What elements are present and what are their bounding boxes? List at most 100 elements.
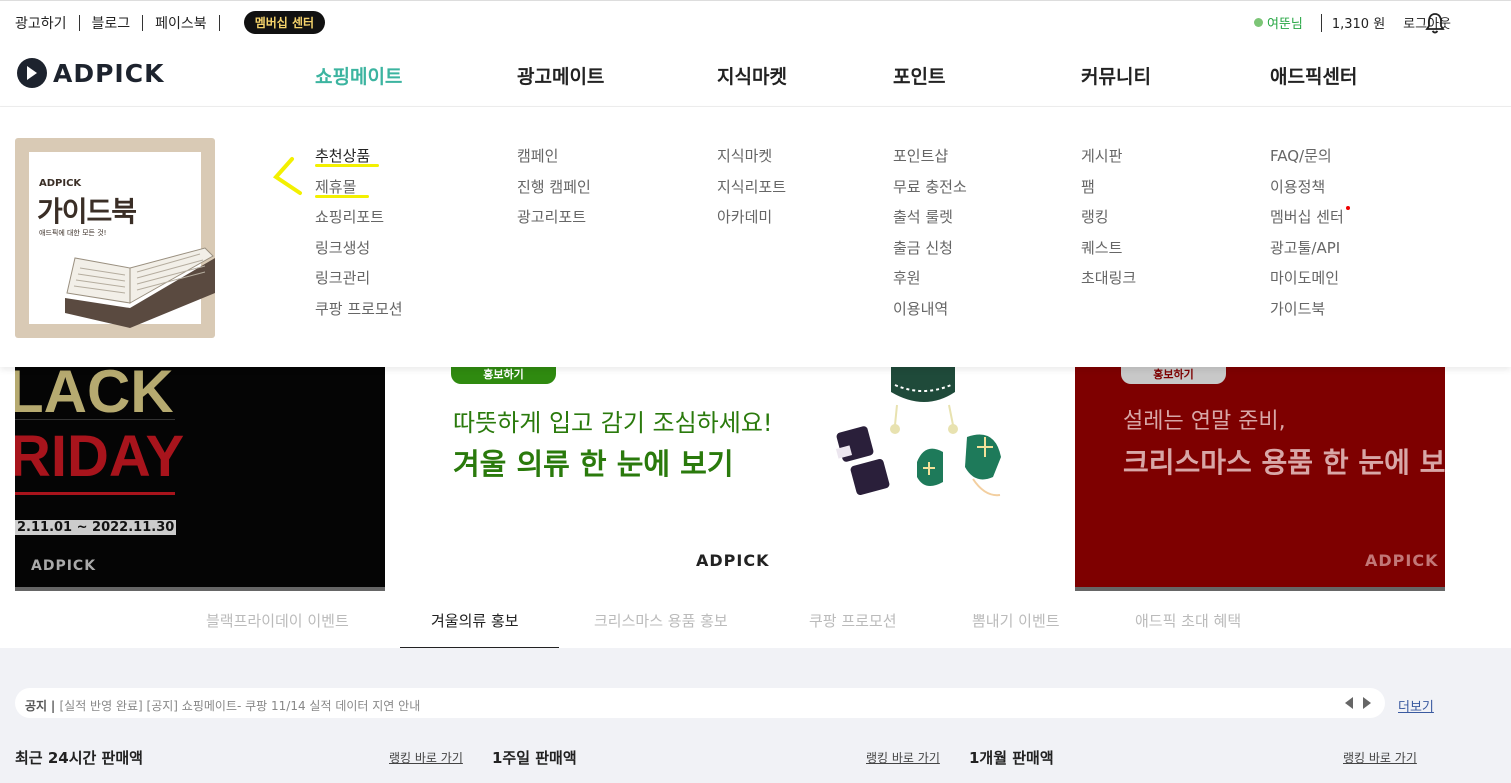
menu-item[interactable]: 포인트샵 xyxy=(893,145,967,176)
menu-item[interactable]: 팸 xyxy=(1081,176,1136,207)
promo-tabs: 블랙프라이데이 이벤트 겨울의류 홍보 크리스마스 용품 홍보 쿠팡 프로모션 … xyxy=(0,592,1511,649)
nav-adpick-center[interactable]: 애드픽센터 xyxy=(1270,62,1357,89)
banner-date: 2.11.01 ~ 2022.11.30 xyxy=(15,520,177,535)
menu-col-knowledge: 지식마켓 지식리포트 아카데미 xyxy=(717,145,786,237)
divider xyxy=(15,419,175,420)
menu-col-shopping: 추천상품 제휴몰 쇼핑리포트 링크생성 링크관리 쿠팡 프로모션 xyxy=(315,145,403,329)
menu-item[interactable]: 무료 충전소 xyxy=(893,176,967,207)
advertise-link[interactable]: 광고하기 xyxy=(15,13,67,33)
menu-item[interactable]: 광고툴/API xyxy=(1270,237,1350,268)
menu-item[interactable]: 지식마켓 xyxy=(717,145,786,176)
menu-item[interactable]: 광고리포트 xyxy=(517,206,591,237)
prev-arrow-icon[interactable] xyxy=(1345,697,1353,709)
promote-button[interactable]: 홍보하기 xyxy=(451,367,556,384)
notice-text[interactable]: [실적 반영 완료] [공지] 쇼핑메이트- 쿠팡 11/14 실적 데이터 지… xyxy=(59,699,420,713)
menu-item[interactable]: FAQ/문의 xyxy=(1270,145,1350,176)
new-badge-dot xyxy=(1345,206,1350,211)
menu-item[interactable]: 초대링크 xyxy=(1081,267,1136,298)
guidebook-subtitle: 애드픽에 대한 모든 것! xyxy=(39,229,107,237)
banner-logo: ADPICK xyxy=(31,558,97,574)
menu-item[interactable]: 아카데미 xyxy=(717,206,786,237)
membership-center-button[interactable]: 멤버십 센터 xyxy=(243,11,326,34)
nav-point[interactable]: 포인트 xyxy=(893,62,945,89)
main-nav: 쇼핑메이트 광고메이트 지식마켓 포인트 커뮤니티 애드픽센터 xyxy=(0,62,1511,89)
divider xyxy=(15,492,175,495)
menu-col-community: 게시판 팸 랭킹 퀘스트 초대링크 xyxy=(1081,145,1136,298)
menu-item[interactable]: 출석 룰렛 xyxy=(893,206,967,237)
menu-item[interactable]: 퀘스트 xyxy=(1081,237,1136,268)
tab-show-off-event[interactable]: 뽐내기 이벤트 xyxy=(972,610,1060,631)
banner-headline: 겨울 의류 한 눈에 보기 xyxy=(453,447,734,481)
banner-winter-clothing[interactable]: 홍보하기 따뜻하게 입고 감기 조심하세요! 겨울 의류 한 눈에 보기 ADP… xyxy=(385,367,1075,591)
ranking-link-week[interactable]: 랭킹 바로 가기 xyxy=(866,749,940,766)
menu-item[interactable]: 출금 신청 xyxy=(893,237,967,268)
section-title-month: 1개월 판매액 xyxy=(969,749,1054,767)
user-name-label: 여뚠님 xyxy=(1266,17,1303,32)
dashboard-area: 공지 | [실적 반영 완료] [공지] 쇼핑메이트- 쿠팡 11/14 실적 … xyxy=(0,648,1511,783)
ranking-link-24h[interactable]: 랭킹 바로 가기 xyxy=(389,749,463,766)
divider xyxy=(142,14,144,31)
arrow-doodle-icon xyxy=(272,157,302,195)
menu-item[interactable]: 캠페인 xyxy=(517,145,591,176)
notice-more-link[interactable]: 더보기 xyxy=(1398,696,1434,715)
banner-headline: 크리스마스 용품 한 눈에 보 xyxy=(1123,446,1445,479)
banner-logo: ADPICK xyxy=(1365,551,1439,570)
tab-black-friday[interactable]: 블랙프라이데이 이벤트 xyxy=(206,610,349,631)
menu-item[interactable]: 진행 캠페인 xyxy=(517,176,591,207)
menu-item[interactable]: 후원 xyxy=(893,267,967,298)
blog-link[interactable]: 블로그 xyxy=(92,13,131,33)
menu-item[interactable]: 지식리포트 xyxy=(717,176,786,207)
notice-nav xyxy=(1345,697,1371,709)
tab-christmas[interactable]: 크리스마스 용품 홍보 xyxy=(594,610,728,631)
menu-item[interactable]: 랭킹 xyxy=(1081,206,1136,237)
menu-item[interactable]: 추천상품 xyxy=(315,145,403,176)
menu-item[interactable]: 가이드북 xyxy=(1270,298,1350,329)
menu-item[interactable]: 제휴몰 xyxy=(315,176,403,207)
banner-black-friday[interactable]: LACK RIDAY 2.11.01 ~ 2022.11.30 ADPICK xyxy=(15,367,385,591)
notice-label: 공지 xyxy=(25,699,48,713)
menu-item[interactable]: 이용내역 xyxy=(893,298,967,329)
menu-item[interactable]: 쇼핑리포트 xyxy=(315,206,403,237)
promote-button[interactable]: 홍보하기 xyxy=(1121,367,1226,384)
menu-item[interactable]: 링크생성 xyxy=(315,237,403,268)
menu-item[interactable]: 게시판 xyxy=(1081,145,1136,176)
guidebook-card[interactable]: ADPICK 가이드북 애드픽에 대한 모든 것! xyxy=(15,138,215,338)
open-book-icon xyxy=(65,247,215,328)
section-title-week: 1주일 판매액 xyxy=(492,749,577,767)
nav-community[interactable]: 커뮤니티 xyxy=(1081,62,1151,89)
menu-item[interactable]: 이용정책 xyxy=(1270,176,1350,207)
divider xyxy=(218,14,220,31)
ranking-link-month[interactable]: 랭킹 바로 가기 xyxy=(1343,749,1417,766)
section-title-24h: 최근 24시간 판매액 xyxy=(15,749,143,767)
mega-menu: ADPICK 가이드북 애드픽에 대한 모든 것! 추천상품 제휴몰 쇼핑리포트… xyxy=(0,107,1511,367)
nav-knowledge-market[interactable]: 지식마켓 xyxy=(717,62,787,89)
menu-item[interactable]: 쿠팡 프로모션 xyxy=(315,298,403,329)
banner-headline-2: RIDAY xyxy=(15,424,185,489)
banner-subline: 따뜻하게 입고 감기 조심하세요! xyxy=(453,409,773,437)
menu-item[interactable]: 링크관리 xyxy=(315,267,403,298)
banner-headline: LACK xyxy=(15,367,174,425)
menu-col-ad: 캠페인 진행 캠페인 광고리포트 xyxy=(517,145,591,237)
banner-christmas[interactable]: 홍보하기 설레는 연말 준비, 크리스마스 용품 한 눈에 보 ADPICK xyxy=(1075,367,1445,591)
guidebook-title: 가이드북 xyxy=(37,195,137,228)
top-links: 광고하기 블로그 페이스북 멤버십 센터 xyxy=(15,11,326,34)
banner-logo: ADPICK xyxy=(696,551,770,570)
menu-item-membership[interactable]: 멤버십 센터 xyxy=(1270,206,1350,237)
bell-icon[interactable] xyxy=(1424,11,1446,35)
tab-winter-clothing[interactable]: 겨울의류 홍보 xyxy=(431,610,519,631)
menu-col-center: FAQ/문의 이용정책 멤버십 센터 광고툴/API 마이도메인 가이드북 xyxy=(1270,145,1350,329)
tab-coupang-promotion[interactable]: 쿠팡 프로모션 xyxy=(809,610,897,631)
notice-bar[interactable]: 공지 | [실적 반영 완료] [공지] 쇼핑메이트- 쿠팡 11/14 실적 … xyxy=(15,688,1385,718)
divider xyxy=(78,14,80,31)
tab-invite-benefit[interactable]: 애드픽 초대 혜택 xyxy=(1135,610,1241,631)
online-status-icon xyxy=(1253,18,1263,27)
user-name[interactable]: 여뚠님 xyxy=(1253,13,1303,32)
banner-subline: 설레는 연말 준비, xyxy=(1123,409,1286,434)
facebook-link[interactable]: 페이스북 xyxy=(155,13,207,33)
point-balance[interactable]: 1,310 원 xyxy=(1332,13,1385,32)
nav-ad-mate[interactable]: 광고메이트 xyxy=(517,62,604,89)
menu-item[interactable]: 마이도메인 xyxy=(1270,267,1350,298)
nav-shopping-mate[interactable]: 쇼핑메이트 xyxy=(315,62,402,89)
top-utility-bar: 광고하기 블로그 페이스북 멤버십 센터 여뚠님 1,310 원 로그아웃 xyxy=(0,0,1511,44)
next-arrow-icon[interactable] xyxy=(1363,697,1371,709)
